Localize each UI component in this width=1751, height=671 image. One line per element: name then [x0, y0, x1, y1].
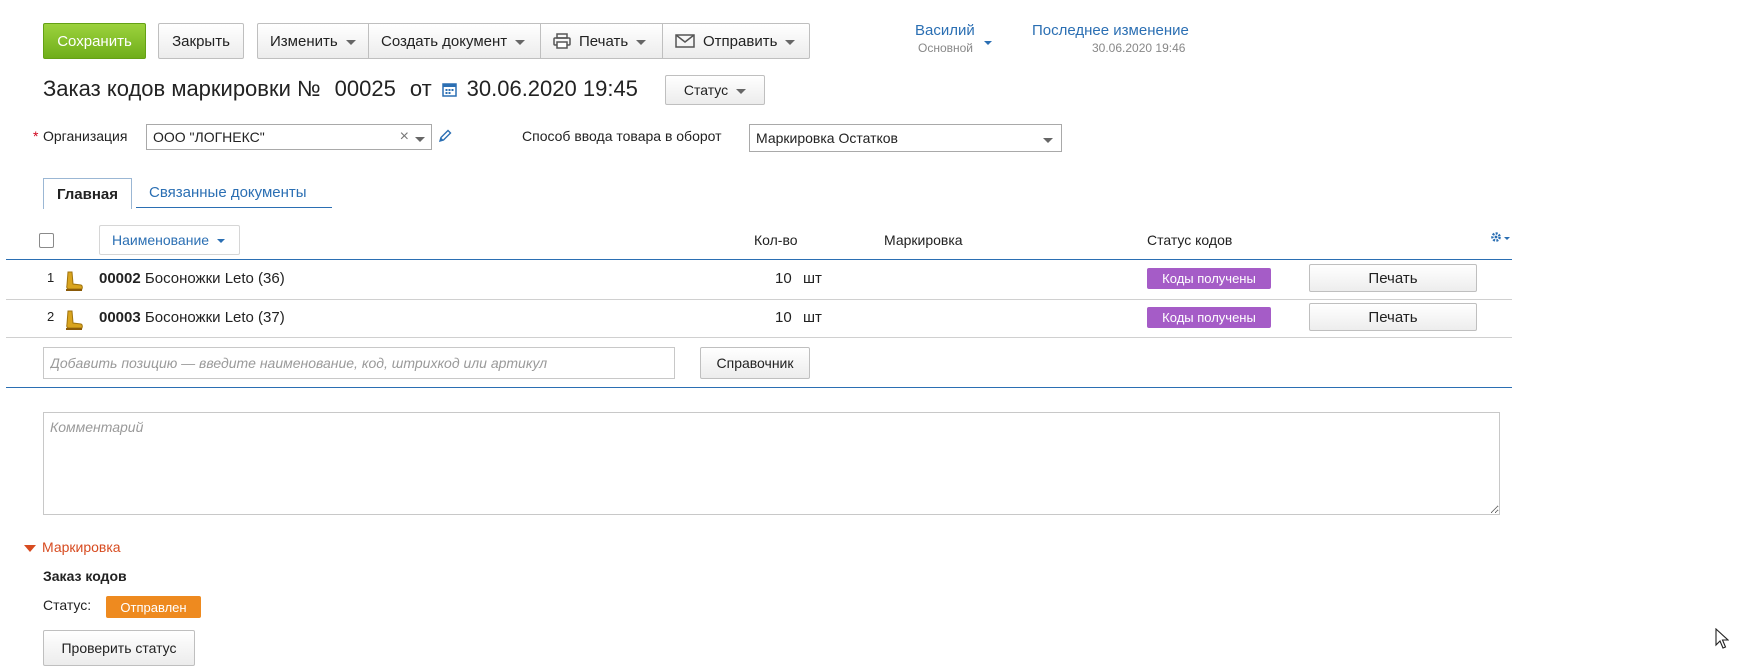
status-badge: Коды получены	[1147, 307, 1271, 328]
page-title-text: Заказ кодов маркировки №	[43, 76, 321, 101]
row-code: 00002	[99, 270, 141, 287]
save-button[interactable]: Сохранить	[43, 23, 146, 59]
clear-icon[interactable]: ×	[400, 128, 409, 146]
order-status-label: Статус:	[43, 597, 92, 613]
status-button[interactable]: Статус	[665, 75, 765, 105]
marking-section-toggle[interactable]: Маркировка	[24, 539, 121, 555]
row-qty[interactable]: 10	[775, 309, 792, 326]
last-change-label[interactable]: Последнее изменение	[1032, 22, 1189, 39]
org-select[interactable]: ООО "ЛОГНЕКС" ×	[146, 124, 432, 150]
chevron-down-icon	[1043, 138, 1053, 143]
row-unit: шт	[803, 270, 822, 287]
table-row[interactable]: 1 00002 Босоножки Leto (36) 10 шт Коды п…	[6, 260, 1512, 299]
order-codes-heading: Заказ кодов	[43, 568, 127, 584]
tab-related-documents[interactable]: Связанные документы	[136, 178, 332, 208]
table-bottom-divider	[6, 387, 1512, 388]
comment-textarea[interactable]	[43, 412, 1500, 515]
row-product-name: Босоножки Leto (37)	[144, 309, 285, 326]
column-header-name-label: Наименование	[112, 232, 210, 248]
date-from-label: от	[409, 76, 432, 101]
column-header-status: Статус кодов	[1147, 232, 1233, 248]
chevron-down-icon	[636, 39, 647, 45]
print-menu-button[interactable]: Печать	[541, 23, 663, 59]
tab-main[interactable]: Главная	[43, 178, 133, 209]
column-header-name[interactable]: Наименование	[99, 225, 240, 255]
chevron-down-icon	[345, 39, 356, 45]
user-role: Основной	[918, 41, 974, 55]
row-qty[interactable]: 10	[775, 270, 792, 287]
chevron-down-icon	[984, 41, 992, 45]
column-header-qty: Кол-во	[754, 232, 798, 248]
org-label: Организация	[43, 128, 128, 144]
tab-related-label: Связанные документы	[149, 184, 307, 201]
tab-main-label: Главная	[57, 185, 119, 203]
catalog-button[interactable]: Справочник	[700, 347, 810, 379]
doc-date[interactable]: 30.06.2020 19:45	[467, 76, 638, 102]
page-title: Заказ кодов маркировки № 00025 от 30.06.…	[43, 76, 638, 102]
check-status-button[interactable]: Проверить статус	[43, 630, 195, 666]
input-method-label: Способ ввода товара в оборот	[522, 128, 722, 144]
last-change-value: 30.06.2020 19:46	[1092, 41, 1186, 55]
marking-section-title: Маркировка	[42, 539, 121, 555]
status-button-label: Статус	[683, 82, 729, 98]
input-method-select[interactable]: Маркировка Остатков	[749, 124, 1062, 152]
sort-chevron-icon	[217, 239, 226, 243]
save-button-label: Сохранить	[57, 32, 132, 50]
row-product-name: Босоножки Leto (36)	[144, 270, 285, 287]
edit-menu-label: Изменить	[270, 32, 338, 50]
row-code: 00003	[99, 309, 141, 326]
send-menu-button[interactable]: Отправить	[663, 23, 810, 59]
print-menu-label: Печать	[579, 32, 629, 50]
user-name: Василий	[915, 22, 975, 39]
org-value: ООО "ЛОГНЕКС"	[153, 129, 265, 145]
catalog-button-label: Справочник	[716, 355, 794, 371]
chevron-down-icon	[1504, 236, 1510, 240]
chevron-down-icon[interactable]	[415, 137, 425, 142]
close-button-label: Закрыть	[172, 32, 230, 50]
status-badge: Коды получены	[1147, 268, 1271, 289]
chevron-down-icon	[785, 39, 796, 45]
required-mark: *	[33, 128, 39, 144]
send-menu-label: Отправить	[703, 32, 778, 50]
chevron-down-icon	[736, 88, 747, 94]
table-settings-gear-icon[interactable]	[1490, 231, 1510, 243]
row-print-button[interactable]: Печать	[1309, 264, 1477, 292]
input-method-value: Маркировка Остатков	[756, 130, 898, 146]
sandal-product-icon	[66, 310, 83, 330]
select-all-checkbox[interactable]	[39, 233, 54, 248]
doc-number[interactable]: 00025	[335, 76, 396, 102]
toolbar-button-group: Изменить Создать документ Печать Отправи…	[257, 23, 810, 59]
envelope-icon	[675, 34, 695, 48]
column-header-marking: Маркировка	[884, 232, 963, 248]
row-name[interactable]: 00003 Босоножки Leto (37)	[99, 309, 285, 326]
chevron-down-icon	[515, 39, 526, 45]
row-index: 2	[47, 309, 55, 324]
create-document-button[interactable]: Создать документ	[369, 23, 541, 59]
create-document-label: Создать документ	[381, 32, 508, 50]
table-row[interactable]: 2 00003 Босоножки Leto (37) 10 шт Коды п…	[6, 300, 1512, 338]
mouse-cursor-icon	[1715, 628, 1729, 649]
row-name[interactable]: 00002 Босоножки Leto (36)	[99, 270, 285, 287]
check-status-label: Проверить статус	[61, 640, 177, 656]
calendar-icon[interactable]	[441, 82, 457, 97]
printer-icon	[553, 33, 571, 49]
edit-menu-button[interactable]: Изменить	[257, 23, 369, 59]
close-button[interactable]: Закрыть	[158, 23, 244, 59]
row-divider	[6, 337, 1512, 338]
order-status-badge: Отправлен	[106, 596, 201, 618]
add-position-input[interactable]	[43, 347, 675, 379]
sandal-product-icon	[66, 271, 83, 291]
row-index: 1	[47, 270, 55, 285]
gear-icon	[1491, 232, 1501, 242]
row-print-button[interactable]: Печать	[1309, 303, 1477, 331]
collapse-triangle-icon	[24, 544, 36, 552]
row-unit: шт	[803, 309, 822, 326]
user-menu[interactable]: Василий Основной	[905, 22, 1005, 56]
pencil-icon[interactable]	[438, 129, 452, 143]
